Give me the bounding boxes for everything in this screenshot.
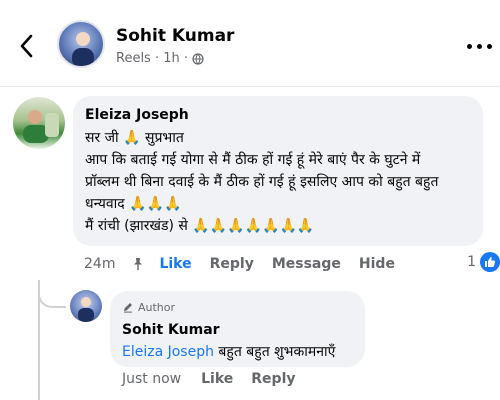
reply-message: बहुत बहुत शुभकामनाएँ (213, 344, 336, 360)
avatar-photo-icon (72, 32, 94, 66)
reply-time[interactable]: Just now (122, 371, 181, 387)
comment-bubble: Eleiza Joseph सर जी 🙏 सुप्रभात आप कि बता… (73, 96, 483, 246)
comment-thread-page: Sohit Kumar Reels · 1h · Eleiza Joseph स… (0, 0, 500, 400)
reply-author-avatar[interactable] (70, 290, 102, 322)
post-header: Sohit Kumar Reels · 1h · (0, 0, 500, 90)
comment-line: मैं रांची (झारखंड) से 🙏🙏🙏🙏🙏🙏🙏 (85, 218, 315, 234)
reply-reply-button[interactable]: Reply (251, 371, 295, 387)
comment-line: सर जी 🙏 सुप्रभात (85, 130, 184, 146)
pencil-icon (124, 303, 132, 313)
comment-message-button[interactable]: Message (272, 256, 341, 272)
more-dot-icon (486, 43, 492, 49)
pin-icon[interactable] (131, 257, 145, 271)
author-badge: Author (122, 299, 353, 315)
like-reaction-icon (480, 252, 500, 272)
chevron-left-icon (20, 34, 33, 58)
reaction-count: 1 (467, 254, 476, 270)
mention-link[interactable]: Eleiza Joseph (122, 344, 214, 360)
comment-actions: 24m Like Reply Message Hide (84, 254, 413, 274)
author-badge-label: Author (138, 300, 176, 314)
comment-line: धन्यवाद 🙏🙏🙏 (85, 196, 182, 212)
comment-like-button[interactable]: Like (159, 256, 191, 272)
comment-author-name[interactable]: Eleiza Joseph (85, 105, 471, 125)
reply-like-button[interactable]: Like (201, 371, 233, 387)
reply-author-name[interactable]: Sohit Kumar (122, 320, 353, 340)
more-options-button[interactable] (464, 38, 494, 54)
comment-text: सर जी 🙏 सुप्रभात आप कि बताई गई योगा से म… (85, 127, 471, 237)
globe-icon (192, 52, 204, 65)
post-meta-text: Reels · 1h · (116, 51, 189, 66)
avatar-photo-icon (23, 110, 59, 143)
post-author-name[interactable]: Sohit Kumar (116, 26, 234, 46)
reaction-summary[interactable]: 1 (467, 252, 500, 272)
more-dot-icon (476, 43, 482, 49)
thumbs-up-icon (485, 257, 496, 267)
comment-reply-button[interactable]: Reply (210, 256, 254, 272)
post-author-avatar[interactable] (57, 20, 105, 68)
comment-author-avatar[interactable] (13, 97, 65, 149)
avatar-photo-icon (78, 297, 94, 322)
reply-text: Eleiza Joseph बहुत बहुत शुभकामनाएँ (122, 342, 353, 362)
thread-connector (38, 288, 66, 308)
reply-bubble: Author Sohit Kumar Eleiza Joseph बहुत बह… (110, 291, 365, 367)
back-button[interactable] (14, 30, 40, 62)
comment-hide-button[interactable]: Hide (359, 256, 395, 272)
comment-line: प्रॉब्लम थी बिना दवाई के मैं ठीक हों गई … (85, 174, 439, 190)
post-meta: Reels · 1h · (116, 51, 204, 66)
comment-time[interactable]: 24m (84, 256, 115, 272)
comment-line: आप कि बताई गई योगा से मैं ठीक हों गई हूं… (85, 152, 421, 168)
reply-actions: Just now Like Reply (122, 371, 314, 387)
more-dot-icon (466, 43, 472, 49)
header-divider (0, 86, 500, 87)
